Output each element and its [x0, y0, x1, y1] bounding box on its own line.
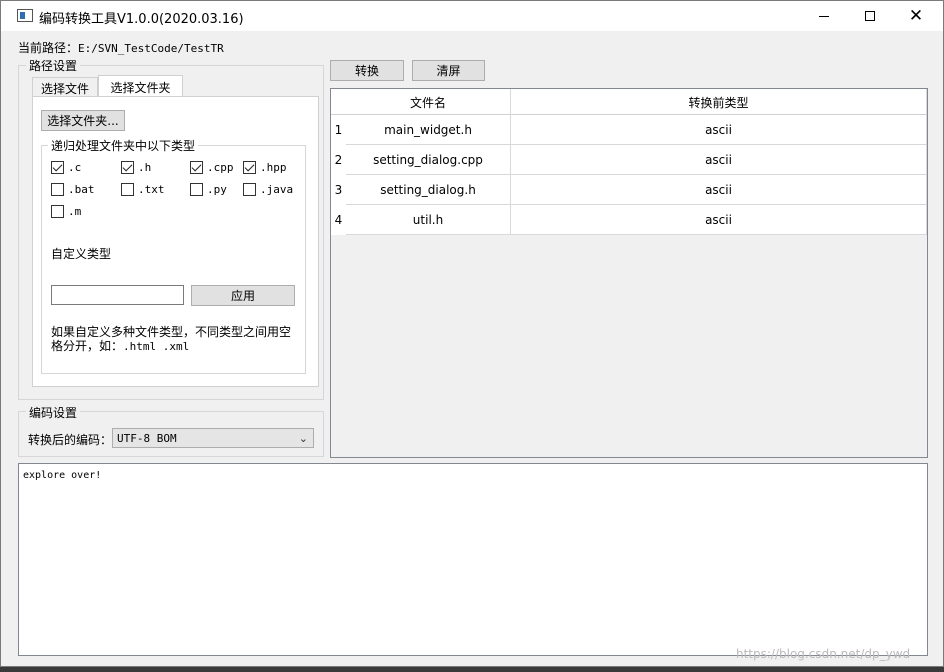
checkbox-unchecked-icon	[243, 183, 256, 196]
hint-line-2: 格分开，如：.html .xml	[51, 339, 190, 353]
custom-type-hint: 如果自定义多种文件类型，不同类型之间用空 格分开，如：.html .xml	[51, 325, 291, 354]
checkbox-bat[interactable]: .bat	[51, 183, 95, 196]
watermark: https://blog.csdn.net/dp_ywd	[736, 647, 911, 661]
checkbox-java[interactable]: .java	[243, 183, 293, 196]
cell-filename[interactable]: util.h	[346, 205, 511, 234]
custom-type-label: 自定义类型	[51, 247, 112, 261]
checkbox-py[interactable]: .py	[190, 183, 227, 196]
checkbox-hpp[interactable]: .hpp	[243, 161, 287, 174]
checkbox-unchecked-icon	[121, 183, 134, 196]
custom-type-input[interactable]	[51, 285, 184, 305]
checkbox-c[interactable]: .c	[51, 161, 81, 174]
minimize-icon	[819, 15, 829, 17]
apply-button[interactable]: 应用	[191, 285, 295, 306]
checkbox-checked-icon	[121, 161, 134, 174]
checkbox-unchecked-icon	[190, 183, 203, 196]
column-header-type[interactable]: 转换前类型	[511, 89, 927, 115]
file-table: 文件名 转换前类型 1 2 3 4 main_widget.h ascii se…	[330, 88, 928, 458]
recursive-types-title: 递归处理文件夹中以下类型	[48, 137, 199, 154]
table-body: main_widget.h ascii setting_dialog.cpp a…	[346, 115, 927, 235]
close-icon: ✕	[908, 5, 924, 26]
title-bar: 编码转换工具V1.0.0(2020.03.16) ✕	[1, 1, 943, 31]
convert-button[interactable]: 转换	[330, 60, 404, 81]
table-header: 文件名 转换前类型	[346, 89, 927, 115]
path-settings-title: 路径设置	[26, 57, 81, 74]
table-row[interactable]: setting_dialog.h ascii	[346, 175, 927, 205]
row-number[interactable]: 2	[331, 145, 346, 175]
target-encoding-label: 转换后的编码：	[28, 433, 113, 447]
encoding-select[interactable]: UTF-8 BOM ⌄	[112, 428, 314, 448]
close-button[interactable]: ✕	[893, 1, 939, 31]
chevron-down-icon: ⌄	[298, 432, 308, 445]
hint-line-1: 如果自定义多种文件类型，不同类型之间用空	[51, 325, 292, 339]
window-title: 编码转换工具V1.0.0(2020.03.16)	[39, 12, 244, 27]
cell-type[interactable]: ascii	[511, 205, 927, 234]
checkbox-checked-icon	[51, 161, 64, 174]
cell-filename[interactable]: setting_dialog.h	[346, 175, 511, 204]
row-header-column: 1 2 3 4	[331, 115, 346, 235]
table-corner-button[interactable]	[331, 89, 346, 115]
checkbox-checked-icon	[243, 161, 256, 174]
encoding-settings-title: 编码设置	[26, 404, 81, 421]
current-path-value: E:/SVN_TestCode/TestTR	[78, 42, 224, 55]
maximize-icon	[865, 11, 875, 21]
checkbox-txt[interactable]: .txt	[121, 183, 165, 196]
cell-type[interactable]: ascii	[511, 175, 927, 204]
app-icon	[17, 9, 33, 22]
row-number[interactable]: 4	[331, 205, 346, 235]
table-row[interactable]: setting_dialog.cpp ascii	[346, 145, 927, 175]
table-row[interactable]: main_widget.h ascii	[346, 115, 927, 145]
minimize-button[interactable]	[801, 1, 847, 31]
tab-select-folder[interactable]: 选择文件夹	[98, 75, 183, 98]
table-row[interactable]: util.h ascii	[346, 205, 927, 235]
encoding-select-value: UTF-8 BOM	[117, 431, 177, 445]
checkbox-unchecked-icon	[51, 205, 64, 218]
checkbox-checked-icon	[190, 161, 203, 174]
row-number[interactable]: 3	[331, 175, 346, 205]
cell-type[interactable]: ascii	[511, 145, 927, 174]
current-path: 当前路径：E:/SVN_TestCode/TestTR	[18, 39, 224, 56]
tab-select-file[interactable]: 选择文件	[32, 77, 98, 98]
clear-button[interactable]: 清屏	[412, 60, 485, 81]
cell-filename[interactable]: setting_dialog.cpp	[346, 145, 511, 174]
app-window: 编码转换工具V1.0.0(2020.03.16) ✕ 当前路径：E:/SVN_T…	[0, 0, 944, 667]
current-path-label: 当前路径：	[18, 41, 79, 55]
cell-type[interactable]: ascii	[511, 115, 927, 144]
maximize-button[interactable]	[847, 1, 893, 31]
row-number[interactable]: 1	[331, 115, 346, 145]
log-output[interactable]: explore over!	[18, 463, 928, 656]
column-header-filename[interactable]: 文件名	[346, 89, 511, 115]
checkbox-unchecked-icon	[51, 183, 64, 196]
cell-filename[interactable]: main_widget.h	[346, 115, 511, 144]
checkbox-cpp[interactable]: .cpp	[190, 161, 234, 174]
select-folder-button[interactable]: 选择文件夹...	[41, 110, 125, 131]
checkbox-h[interactable]: .h	[121, 161, 151, 174]
checkbox-m[interactable]: .m	[51, 205, 81, 218]
